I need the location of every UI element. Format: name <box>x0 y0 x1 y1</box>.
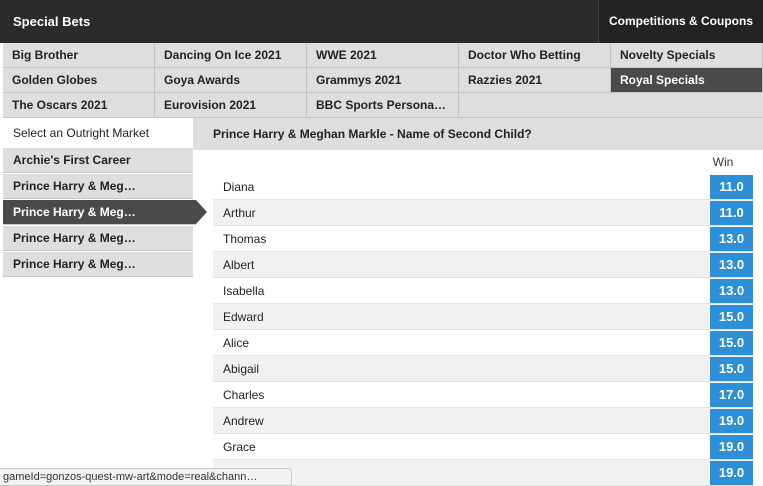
market-item-label: Prince Harry & Meg… <box>13 179 136 193</box>
market-item-label: Archie's First Career <box>13 153 131 167</box>
selection-name: Diana <box>223 180 255 194</box>
selection-row: Albert 13.0 <box>213 252 753 278</box>
odds-button[interactable]: 13.0 <box>710 227 753 251</box>
selection-name: Abigail <box>223 362 260 376</box>
selection-name: Edward <box>223 310 264 324</box>
market-item-label: Prince Harry & Meg… <box>13 205 136 219</box>
market-item-harry-meghan-2[interactable]: Prince Harry & Meg… <box>3 200 207 225</box>
odds-button[interactable]: 19.0 <box>710 461 753 485</box>
selection-row: Abigail 15.0 <box>213 356 753 382</box>
selection-name: Isabella <box>223 284 265 298</box>
category-goya-awards[interactable]: Goya Awards <box>155 68 307 93</box>
odds-button[interactable]: 11.0 <box>710 201 753 225</box>
category-doctor-who[interactable]: Doctor Who Betting <box>459 43 611 68</box>
selection-name: Alice <box>223 336 250 350</box>
selection-row: Diana 11.0 <box>213 174 753 200</box>
top-bar: Special Bets Competitions & Coupons <box>0 0 763 43</box>
odds-button[interactable]: 11.0 <box>710 175 753 199</box>
odds-button[interactable]: 17.0 <box>710 383 753 407</box>
category-wwe[interactable]: WWE 2021 <box>307 43 459 68</box>
category-empty-cell <box>459 93 763 118</box>
selection-name: Albert <box>223 258 255 272</box>
market-item-harry-meghan-1[interactable]: Prince Harry & Meg… <box>3 174 193 199</box>
selection-row: Alice 15.0 <box>213 330 753 356</box>
odds-button[interactable]: 13.0 <box>710 253 753 277</box>
selection-row: Thomas 13.0 <box>213 226 753 252</box>
competitions-coupons-button[interactable]: Competitions & Coupons <box>598 0 763 43</box>
selection-row: Charles 17.0 <box>213 382 753 408</box>
selection-row: Arthur 11.0 <box>213 200 753 226</box>
market-item-label: Prince Harry & Meg… <box>13 257 136 271</box>
status-bar-url: gameId=gonzos-quest-mw-art&mode=real&cha… <box>0 468 292 486</box>
selection-row: 19.0 <box>213 460 753 486</box>
category-razzies[interactable]: Razzies 2021 <box>459 68 611 93</box>
category-oscars[interactable]: The Oscars 2021 <box>3 93 155 118</box>
selection-row: Isabella 13.0 <box>213 278 753 304</box>
category-grammys[interactable]: Grammys 2021 <box>307 68 459 93</box>
selection-name: Andrew <box>223 414 264 428</box>
sidebar-heading: Select an Outright Market <box>3 118 193 148</box>
market-title: Prince Harry & Meghan Markle - Name of S… <box>193 118 763 150</box>
category-eurovision[interactable]: Eurovision 2021 <box>155 93 307 118</box>
category-golden-globes[interactable]: Golden Globes <box>3 68 155 93</box>
page-title: Special Bets <box>13 14 91 29</box>
market-item-harry-meghan-4[interactable]: Prince Harry & Meg… <box>3 252 193 277</box>
odds-button[interactable]: 13.0 <box>710 279 753 303</box>
win-column-header: Win <box>712 155 734 169</box>
category-dancing-on-ice[interactable]: Dancing On Ice 2021 <box>155 43 307 68</box>
selection-name: Charles <box>223 388 265 402</box>
market-item-harry-meghan-3[interactable]: Prince Harry & Meg… <box>3 226 193 251</box>
category-big-brother[interactable]: Big Brother <box>3 43 155 68</box>
odds-button[interactable]: 19.0 <box>710 409 753 433</box>
market-item-archies-first-career[interactable]: Archie's First Career <box>3 148 193 173</box>
odds-button[interactable]: 15.0 <box>710 331 753 355</box>
selection-row: Edward 15.0 <box>213 304 753 330</box>
category-royal-specials[interactable]: Royal Specials <box>611 68 763 93</box>
market-item-label: Prince Harry & Meg… <box>13 231 136 245</box>
odds-button[interactable]: 15.0 <box>710 305 753 329</box>
odds-button[interactable]: 15.0 <box>710 357 753 381</box>
active-arrow-icon <box>196 200 207 224</box>
selection-row: Andrew 19.0 <box>213 408 753 434</box>
selection-name: Thomas <box>223 232 267 246</box>
category-novelty-specials[interactable]: Novelty Specials <box>611 43 763 68</box>
selection-row: Grace 19.0 <box>213 434 753 460</box>
selection-name: Arthur <box>223 206 256 220</box>
odds-button[interactable]: 19.0 <box>710 435 753 459</box>
category-bbc-sports-personality[interactable]: BBC Sports Persona… <box>307 93 459 118</box>
selection-name: Grace <box>223 440 256 454</box>
